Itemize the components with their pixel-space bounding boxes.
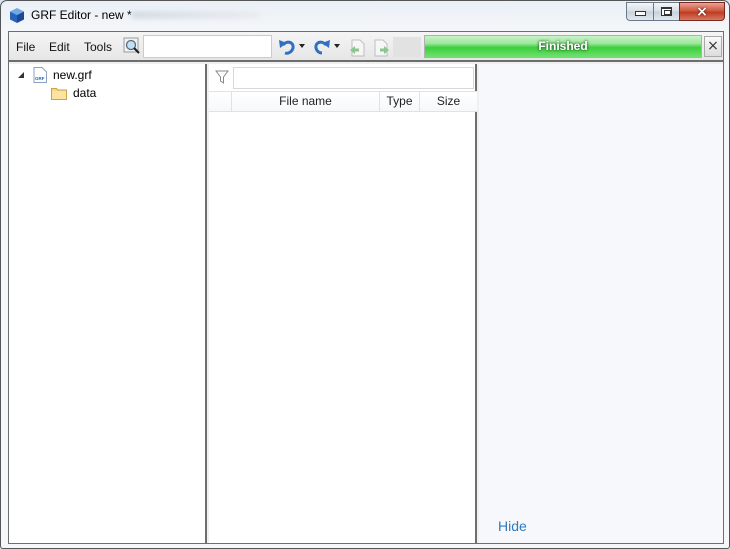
file-list-header: File name Type Size: [209, 91, 477, 112]
tree-node-label: data: [73, 86, 97, 100]
undo-dropdown-button[interactable]: [299, 44, 305, 48]
window-title: GRF Editor - new *: [31, 8, 132, 22]
magnifier-icon[interactable]: [123, 37, 141, 55]
grf-file-icon: GRF: [33, 67, 47, 83]
search-input[interactable]: [143, 35, 272, 58]
extract-file-icon[interactable]: [349, 39, 365, 57]
add-file-icon[interactable]: [374, 39, 390, 57]
redo-icon[interactable]: [312, 37, 332, 57]
minimize-button[interactable]: [626, 2, 653, 21]
menu-tools[interactable]: Tools: [84, 40, 112, 54]
close-button[interactable]: ×: [679, 2, 725, 21]
grf-tree-panel: GRF new.grf data: [9, 64, 207, 543]
progress-status-label: Finished: [538, 39, 588, 53]
filter-input[interactable]: [233, 67, 474, 89]
minimize-icon: [634, 11, 646, 16]
menu-edit[interactable]: Edit: [49, 40, 70, 54]
progress-bar: Finished: [424, 35, 702, 58]
tree-node-root[interactable]: GRF new.grf: [18, 66, 92, 84]
caption-buttons: ×: [626, 2, 725, 22]
chevron-down-icon: [334, 44, 340, 48]
app-window: GRF Editor - new * × File Edit Tools Fin…: [0, 0, 730, 549]
column-header-type[interactable]: Type: [380, 92, 420, 111]
app-cube-icon: [10, 8, 24, 23]
title-blurred-area: [131, 11, 261, 19]
chevron-down-icon: [299, 44, 305, 48]
toolbar-spacer: [393, 37, 421, 57]
preview-panel: Hide: [479, 64, 723, 543]
filter-icon: [215, 70, 229, 84]
column-header-icon[interactable]: [209, 92, 232, 111]
menu-file[interactable]: File: [16, 40, 35, 54]
column-header-size[interactable]: Size: [420, 92, 477, 111]
column-header-file-name[interactable]: File name: [232, 92, 380, 111]
toolbar: File Edit Tools Finished ×: [9, 32, 723, 62]
svg-text:GRF: GRF: [35, 76, 45, 81]
tree-node-label: new.grf: [53, 68, 92, 82]
expander-icon[interactable]: [18, 72, 24, 78]
progress-close-button[interactable]: ×: [704, 36, 722, 57]
close-icon: ×: [696, 3, 708, 20]
maximize-button[interactable]: [653, 2, 679, 21]
client-area: File Edit Tools Finished × GRF new.grf d…: [8, 31, 724, 544]
folder-icon: [51, 87, 67, 100]
title-bar[interactable]: GRF Editor - new * ×: [1, 1, 729, 31]
hide-preview-link[interactable]: Hide: [498, 518, 527, 534]
redo-dropdown-button[interactable]: [334, 44, 340, 48]
file-list-panel: File name Type Size: [209, 64, 477, 543]
maximize-icon: [661, 7, 672, 16]
tree-node-data[interactable]: data: [51, 84, 96, 102]
undo-icon[interactable]: [277, 37, 297, 57]
